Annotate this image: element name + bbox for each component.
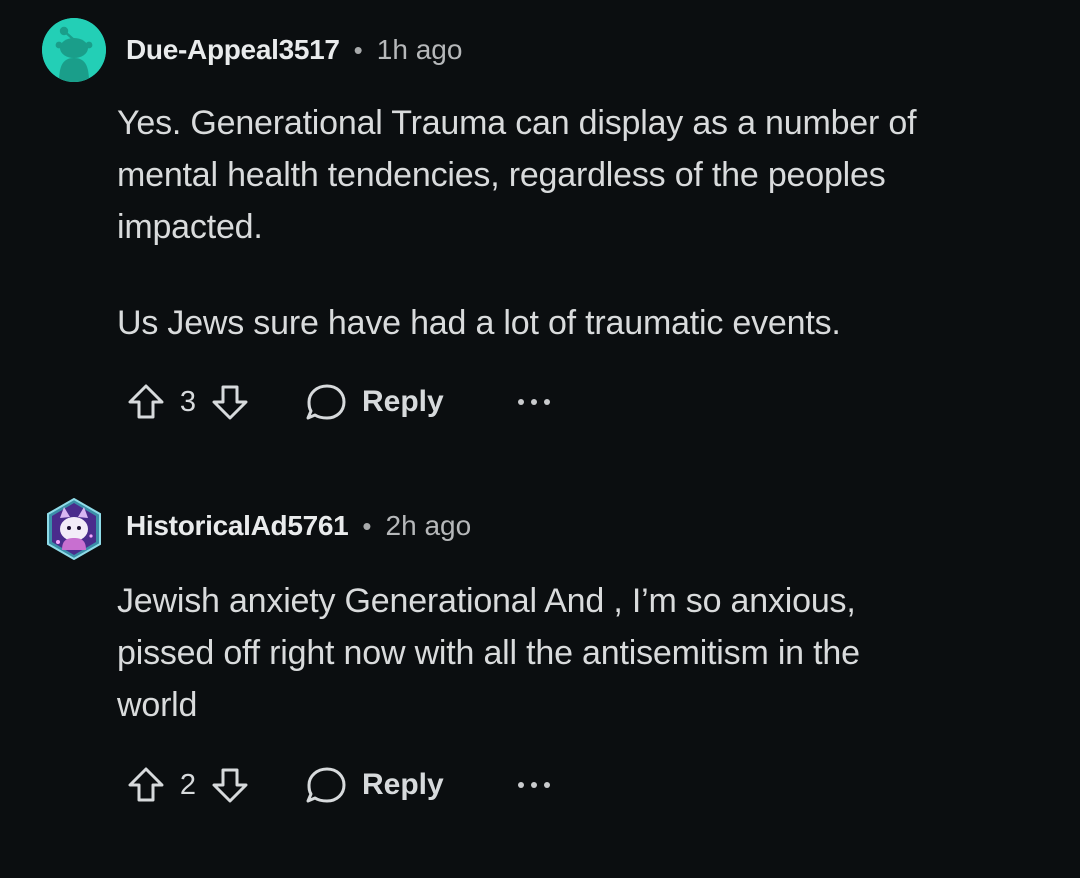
comment-meta: Due-Appeal3517 • 1h ago xyxy=(126,30,462,70)
user-avatar[interactable] xyxy=(46,498,102,560)
reply-button[interactable]: Reply xyxy=(304,380,444,424)
user-avatar[interactable] xyxy=(42,18,106,82)
username[interactable]: HistoricalAd5761 xyxy=(126,510,349,542)
upvote-arrow-icon[interactable] xyxy=(124,763,168,807)
vote-score: 2 xyxy=(179,768,197,801)
comment-meta: HistoricalAd5761 • 2h ago xyxy=(126,506,471,546)
ellipsis-icon[interactable] xyxy=(517,397,550,407)
reply-label: Reply xyxy=(362,385,444,418)
timestamp: 1h ago xyxy=(376,34,463,65)
vote-score: 3 xyxy=(179,385,197,418)
snoo-avatar-icon xyxy=(42,18,106,82)
speech-bubble-icon xyxy=(306,767,346,803)
reply-button[interactable]: Reply xyxy=(304,763,444,807)
comment-paragraph: Jewish anxiety Generational And , I’m so… xyxy=(117,582,860,724)
comment-actions: 3 Reply xyxy=(124,377,550,427)
comment-paragraph: Yes. Generational Trauma can display as … xyxy=(117,104,917,246)
upvote-arrow-icon[interactable] xyxy=(124,380,168,424)
downvote-arrow-icon[interactable] xyxy=(208,380,252,424)
reply-label: Reply xyxy=(362,768,444,801)
username[interactable]: Due-Appeal3517 xyxy=(126,34,340,66)
ghost-cat-avatar-icon xyxy=(47,498,101,560)
comment-paragraph: Us Jews sure have had a lot of traumatic… xyxy=(117,304,841,342)
meta-separator: • xyxy=(362,510,372,541)
speech-bubble-icon xyxy=(306,384,346,420)
downvote-arrow-icon[interactable] xyxy=(208,763,252,807)
meta-separator: • xyxy=(353,34,363,65)
comment-body: Yes. Generational Trauma can display as … xyxy=(117,97,1017,349)
ellipsis-icon[interactable] xyxy=(517,780,550,790)
comment-body: Jewish anxiety Generational And , I’m so… xyxy=(117,575,1017,731)
timestamp: 2h ago xyxy=(385,510,472,541)
comment-actions: 2 Reply xyxy=(124,760,550,810)
